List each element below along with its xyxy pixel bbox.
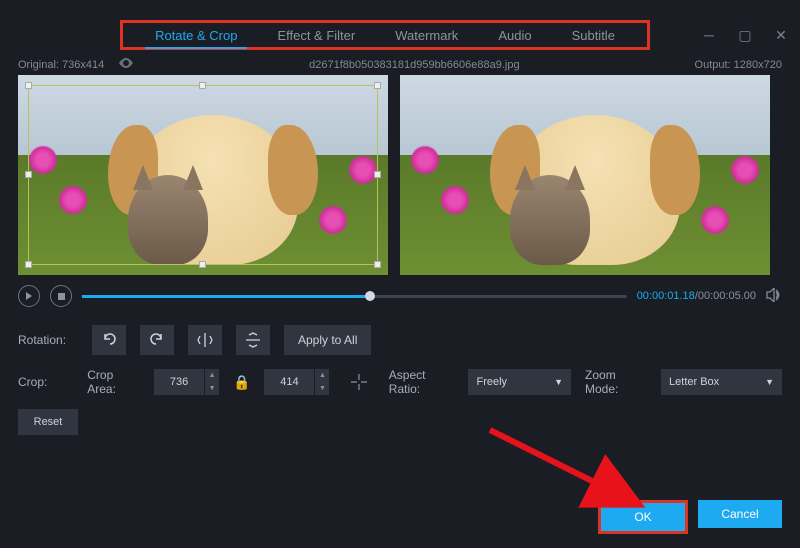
output-dimensions: Output: 1280x720 [695,59,782,71]
time-display: 00:00:01.18/00:00:05.00 [637,290,756,302]
aspect-ratio-select[interactable]: Freely ▼ [468,369,571,395]
close-button[interactable]: ✕ [772,26,790,44]
crop-width-input[interactable]: 736 [154,369,204,395]
seek-thumb[interactable] [365,291,375,301]
zoom-mode-label: Zoom Mode: [585,368,647,396]
rotation-label: Rotation: [18,333,78,347]
reset-button[interactable]: Reset [18,409,78,435]
maximize-button[interactable]: ▢ [736,26,754,44]
volume-icon[interactable] [766,288,782,305]
crop-handle-tr[interactable] [374,82,381,89]
crop-handle-br[interactable] [374,261,381,268]
play-button[interactable] [18,285,40,307]
crop-frame[interactable] [28,85,378,265]
seek-slider[interactable] [82,295,627,298]
chevron-down-icon: ▼ [765,377,774,387]
rotate-ccw-button[interactable] [92,325,126,355]
output-preview [400,75,770,275]
tab-subtitle[interactable]: Subtitle [552,28,635,43]
editor-window: ─ ▢ ✕ Rotate & Crop Effect & Filter Wate… [0,20,800,548]
flip-vertical-button[interactable] [236,325,270,355]
ok-button[interactable]: OK [598,500,688,534]
center-crop-button[interactable] [343,367,374,397]
crop-handle-tl[interactable] [25,82,32,89]
rotate-cw-button[interactable] [140,325,174,355]
cancel-button[interactable]: Cancel [698,500,782,528]
crop-handle-ml[interactable] [25,171,32,178]
footer-buttons: OK Cancel [598,500,782,534]
original-preview[interactable] [18,75,388,275]
crop-handle-bm[interactable] [199,261,206,268]
eye-icon[interactable] [118,58,134,71]
playback-bar: 00:00:01.18/00:00:05.00 [0,275,800,317]
info-bar: Original: 736x414 d2671f8b050383181d959b… [0,50,800,75]
controls-panel: Rotation: Apply to All Crop: Crop Area: … [0,317,800,455]
lock-aspect-icon[interactable]: 🔒 [233,374,250,391]
zoom-mode-select[interactable]: Letter Box ▼ [661,369,782,395]
tab-watermark[interactable]: Watermark [375,28,478,43]
titlebar: ─ ▢ ✕ [700,26,790,44]
filename-label: d2671f8b050383181d959bb6606e88a9.jpg [309,59,519,71]
original-dimensions: Original: 736x414 [18,59,104,71]
chevron-down-icon: ▼ [554,377,563,387]
time-total: 00:00:05.00 [698,290,756,302]
crop-handle-mr[interactable] [374,171,381,178]
stop-button[interactable] [50,285,72,307]
crop-area-label: Crop Area: [87,368,140,396]
crop-handle-bl[interactable] [25,261,32,268]
preview-image [400,75,770,275]
tab-effect-filter[interactable]: Effect & Filter [257,28,375,43]
crop-height-spinner[interactable]: ▲▼ [315,369,329,395]
crop-label: Crop: [18,375,73,389]
preview-area [0,75,800,275]
zoom-mode-value: Letter Box [669,376,719,388]
tab-rotate-crop[interactable]: Rotate & Crop [135,28,257,43]
crop-handle-tm[interactable] [199,82,206,89]
crop-width-spinner[interactable]: ▲▼ [205,369,219,395]
tabs-bar: Rotate & Crop Effect & Filter Watermark … [120,20,650,50]
minimize-button[interactable]: ─ [700,26,718,44]
apply-to-all-button[interactable]: Apply to All [284,325,371,355]
crop-height-input[interactable]: 414 [264,369,314,395]
flip-horizontal-button[interactable] [188,325,222,355]
aspect-ratio-label: Aspect Ratio: [389,368,455,396]
tab-audio[interactable]: Audio [478,28,551,43]
aspect-ratio-value: Freely [476,376,507,388]
time-current: 00:00:01.18 [637,290,695,302]
